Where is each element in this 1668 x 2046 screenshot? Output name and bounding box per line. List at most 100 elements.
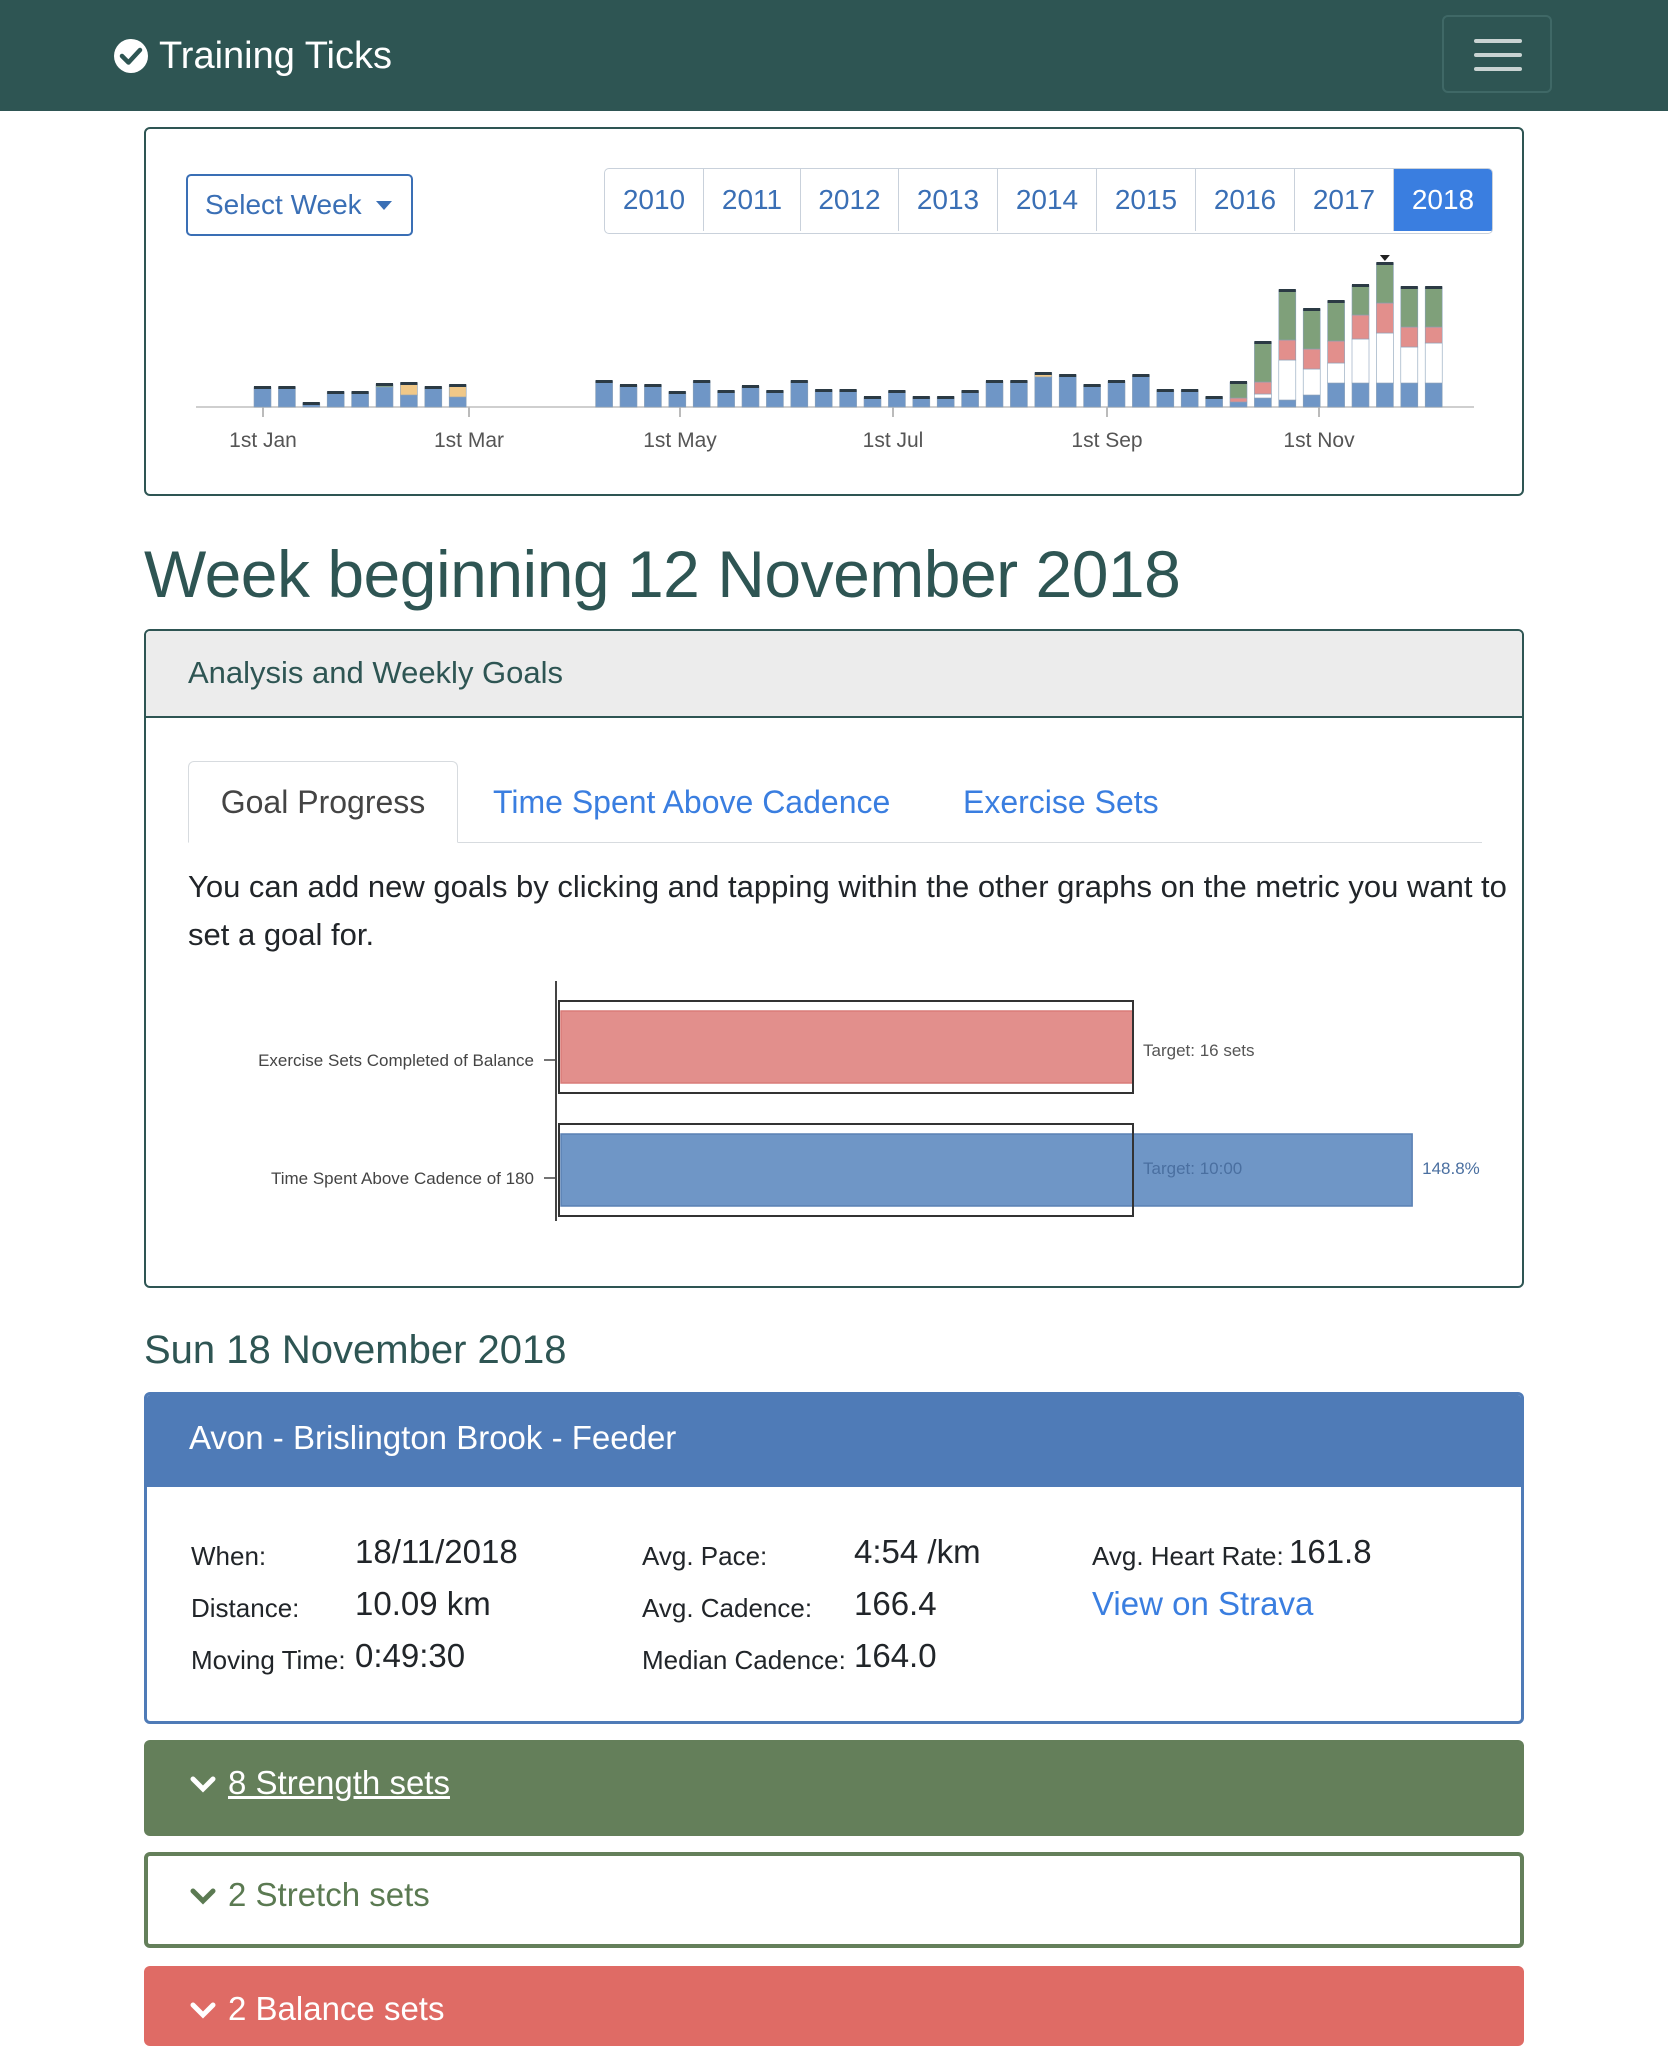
when-label: When: bbox=[191, 1541, 267, 1571]
avg-heart-rate-value: 161.8 bbox=[1289, 1533, 1372, 1570]
week-bar-segment[interactable] bbox=[814, 389, 833, 408]
week-bar-segment[interactable] bbox=[619, 384, 638, 408]
week-bar-segment[interactable] bbox=[1254, 381, 1272, 395]
tab-exercise-sets[interactable]: Exercise Sets bbox=[963, 761, 1159, 843]
week-bar-segment[interactable] bbox=[1083, 384, 1101, 408]
week-bar-segment[interactable] bbox=[1327, 362, 1345, 384]
week-bar-segment[interactable] bbox=[400, 394, 418, 408]
tab-time-above-cadence[interactable]: Time Spent Above Cadence bbox=[493, 761, 890, 843]
week-bar-segment[interactable] bbox=[1034, 376, 1053, 408]
week-bar-segment[interactable] bbox=[375, 386, 394, 408]
week-bar-segment[interactable] bbox=[839, 389, 857, 408]
year-button-2016[interactable]: 2016 bbox=[1196, 169, 1295, 231]
week-bar-segment[interactable] bbox=[888, 390, 906, 408]
year-button-2012[interactable]: 2012 bbox=[801, 169, 899, 231]
week-bar-segment[interactable] bbox=[1302, 394, 1321, 408]
x-tick-label: 1st May bbox=[643, 429, 717, 452]
analysis-title: Analysis and Weekly Goals bbox=[188, 655, 564, 690]
week-bar-segment[interactable] bbox=[1351, 338, 1370, 384]
strength-sets-toggle[interactable]: 8 Strength sets bbox=[144, 1740, 1524, 1836]
week-bar-segment[interactable] bbox=[424, 386, 443, 408]
week-bar-cap bbox=[254, 386, 271, 389]
week-bar-segment[interactable] bbox=[326, 391, 345, 408]
week-bar-segment[interactable] bbox=[1400, 326, 1419, 348]
week-bar-segment[interactable] bbox=[961, 390, 979, 408]
week-bar-segment[interactable] bbox=[253, 386, 272, 408]
goal-progress-bar[interactable] bbox=[560, 1133, 1413, 1207]
target-label: Target: 16 sets bbox=[1143, 1041, 1255, 1060]
year-button-2015[interactable]: 2015 bbox=[1097, 169, 1196, 231]
week-bar-segment[interactable] bbox=[278, 386, 296, 408]
select-week-dropdown[interactable]: Select Week bbox=[186, 174, 413, 236]
week-bar-segment[interactable] bbox=[1229, 397, 1248, 403]
week-bar-segment[interactable] bbox=[1278, 289, 1297, 341]
stretch-sets-toggle[interactable]: 2 Stretch sets bbox=[144, 1852, 1524, 1948]
week-bar-segment[interactable] bbox=[985, 380, 1004, 408]
week-bar-segment[interactable] bbox=[448, 396, 467, 408]
week-bar-segment[interactable] bbox=[1351, 314, 1370, 340]
goal-help-text: You can add new goals by clicking and ta… bbox=[188, 869, 1507, 952]
week-bar-segment[interactable] bbox=[595, 380, 613, 408]
year-button-2011[interactable]: 2011 bbox=[704, 169, 801, 231]
balance-sets-toggle[interactable]: 2 Balance sets bbox=[144, 1966, 1524, 2046]
week-bar-segment[interactable] bbox=[1424, 326, 1443, 344]
week-bar-segment[interactable] bbox=[1376, 332, 1394, 384]
week-bar-cap bbox=[1205, 396, 1223, 399]
year-button-2018[interactable]: 2018 bbox=[1394, 169, 1492, 231]
tab-goal-progress[interactable]: Goal Progress bbox=[188, 761, 458, 843]
week-bar-segment[interactable] bbox=[741, 385, 760, 408]
week-bar-segment[interactable] bbox=[351, 391, 369, 408]
week-bar-cap bbox=[1010, 380, 1028, 383]
week-bar-segment[interactable] bbox=[1424, 342, 1443, 384]
week-bar-segment[interactable] bbox=[1376, 302, 1394, 334]
yearly-weekly-stacked-chart[interactable]: 1st Jan 1st Mar 1st May 1st Jul 1st Sep 1st N… bbox=[190, 244, 1480, 464]
week-bar-segment[interactable] bbox=[1058, 374, 1077, 408]
week-bar-segment[interactable] bbox=[1351, 284, 1370, 316]
week-bar-segment[interactable] bbox=[1376, 262, 1394, 304]
week-bar-segment[interactable] bbox=[1278, 399, 1297, 408]
week-bar-segment[interactable] bbox=[1254, 397, 1272, 408]
week-bar-segment[interactable] bbox=[1302, 348, 1321, 370]
year-button-2010[interactable]: 2010 bbox=[605, 169, 704, 231]
hamburger-menu-button[interactable] bbox=[1442, 15, 1552, 93]
week-bar-segment[interactable] bbox=[1424, 382, 1443, 408]
week-bar-segment[interactable] bbox=[1424, 286, 1443, 328]
week-bar-segment[interactable] bbox=[1254, 393, 1272, 399]
week-bar-segment[interactable] bbox=[790, 380, 809, 408]
week-bar-segment[interactable] bbox=[644, 384, 662, 408]
week-bar-segment[interactable] bbox=[1229, 401, 1248, 408]
year-button-2014[interactable]: 2014 bbox=[998, 169, 1097, 231]
distance-label: Distance: bbox=[191, 1593, 300, 1623]
goal-progress-bar[interactable] bbox=[560, 1010, 1134, 1084]
brand[interactable]: Training Ticks bbox=[113, 34, 392, 78]
week-bar-segment[interactable] bbox=[668, 391, 687, 408]
week-bar-segment[interactable] bbox=[1107, 380, 1126, 408]
week-bar-segment[interactable] bbox=[1278, 359, 1297, 401]
week-bar-segment[interactable] bbox=[1327, 382, 1345, 408]
week-bar-segment[interactable] bbox=[1132, 374, 1150, 408]
week-bar-segment[interactable] bbox=[1400, 286, 1419, 328]
week-bar-segment[interactable] bbox=[692, 380, 711, 408]
week-bar-segment[interactable] bbox=[1156, 389, 1175, 408]
week-bar-segment[interactable] bbox=[1302, 368, 1321, 396]
week-bar-segment[interactable] bbox=[1302, 308, 1321, 350]
week-bar-segment[interactable] bbox=[717, 390, 735, 408]
week-bar-segment[interactable] bbox=[766, 390, 784, 408]
week-bar-segment[interactable] bbox=[1400, 382, 1419, 408]
week-bar-segment[interactable] bbox=[1351, 382, 1370, 408]
week-bar-cap bbox=[1254, 341, 1272, 344]
view-on-strava-link[interactable]: View on Strava bbox=[1092, 1585, 1313, 1623]
week-bar-segment[interactable] bbox=[1229, 381, 1248, 399]
week-bar-segment[interactable] bbox=[1376, 382, 1394, 408]
week-bar-segment[interactable] bbox=[1327, 300, 1345, 342]
week-bar-segment[interactable] bbox=[1400, 346, 1419, 384]
week-bar-segment[interactable] bbox=[1010, 380, 1028, 408]
week-bar-segment[interactable] bbox=[1180, 389, 1199, 408]
year-button-2017[interactable]: 2017 bbox=[1295, 169, 1394, 231]
goal-progress-chart[interactable]: Exercise Sets Completed of Balance Target… bbox=[188, 981, 1508, 1266]
year-button-2013[interactable]: 2013 bbox=[899, 169, 998, 231]
week-bar-segment[interactable] bbox=[1278, 339, 1297, 361]
week-bar-segment[interactable] bbox=[1254, 341, 1272, 383]
week-bar-segment[interactable] bbox=[1327, 340, 1345, 364]
activity-header[interactable]: Avon - Brislington Brook - Feeder bbox=[147, 1395, 1521, 1487]
